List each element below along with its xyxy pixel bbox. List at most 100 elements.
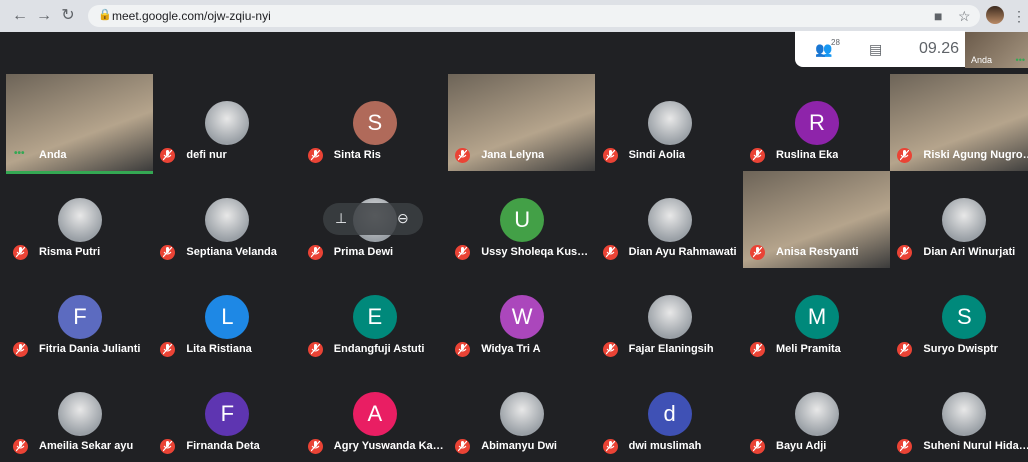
- participant-tile[interactable]: Dian Ayu Rahmawati: [596, 171, 743, 268]
- participant-name: Riski Agung Nugroho: [923, 149, 1028, 161]
- participant-tile[interactable]: Jana Lelyna: [448, 74, 596, 171]
- mic-off-icon: [602, 439, 618, 454]
- more-options-icon[interactable]: •••: [1016, 55, 1025, 65]
- participant-name: defi nur: [186, 149, 227, 161]
- participant-video: [6, 74, 153, 174]
- participant-name: Fitria Dania Julianti: [39, 343, 141, 355]
- participant-avatar: S: [942, 295, 987, 339]
- participant-tile[interactable]: M Meli Pramita: [743, 268, 890, 365]
- pin-icon[interactable]: ⊥: [335, 210, 347, 227]
- address-bar[interactable]: 🔒 meet.google.com/ojw-zqiu-nyi: [88, 5, 980, 27]
- mic-off-icon: [897, 342, 913, 357]
- participant-name: Widya Tri A: [481, 343, 541, 355]
- participant-name: Sindi Aolia: [628, 149, 686, 161]
- self-thumbnail[interactable]: Anda •••: [965, 32, 1028, 68]
- mic-off-icon: [897, 439, 913, 454]
- browser-toolbar: ← → ↻ 🔒 meet.google.com/ojw-zqiu-nyi ■ ☆…: [0, 0, 1028, 32]
- lock-icon: 🔒: [98, 9, 112, 21]
- participant-tile[interactable]: A Agry Yuswanda Karim: [301, 365, 448, 462]
- participant-avatar: F: [205, 392, 250, 436]
- participant-tile[interactable]: F Fitria Dania Julianti: [6, 268, 153, 365]
- participant-tile[interactable]: Bayu Adji: [743, 365, 890, 462]
- participant-avatar-photo: [500, 392, 545, 436]
- mic-off-icon: [602, 148, 618, 163]
- participant-avatar-photo: [58, 198, 102, 242]
- participant-tile[interactable]: U Ussy Sholeqa Kusuma...: [448, 171, 595, 268]
- participant-tile[interactable]: Anisa Restyanti: [743, 171, 890, 268]
- participant-tile[interactable]: L Lita Ristiana: [153, 268, 300, 365]
- mic-off-icon: [455, 439, 471, 454]
- participant-tile[interactable]: Abimanyu Dwi: [448, 365, 595, 462]
- participant-avatar-photo: [795, 392, 839, 436]
- mic-off-icon: [750, 342, 765, 357]
- tile-hover-controls[interactable]: ⊥ ⊖: [323, 203, 423, 235]
- people-icon[interactable]: 👥: [815, 41, 832, 58]
- profile-avatar[interactable]: [986, 6, 1004, 24]
- remove-icon[interactable]: ⊖: [397, 210, 409, 227]
- mic-off-icon: [160, 245, 176, 260]
- chat-icon[interactable]: ▤: [869, 41, 882, 58]
- more-options-icon[interactable]: •••: [14, 148, 25, 159]
- mic-off-icon: [750, 439, 765, 454]
- participant-avatar-photo: [942, 392, 987, 436]
- participant-tile[interactable]: R Ruslina Eka: [743, 74, 890, 171]
- participant-avatar: S: [352, 101, 397, 145]
- participant-avatar-photo: [205, 198, 250, 242]
- participant-tile[interactable]: defi nur: [153, 74, 300, 171]
- reload-icon[interactable]: ↻: [58, 6, 78, 26]
- participant-name: dwi muslimah: [628, 440, 702, 452]
- participant-name: Prima Dewi: [333, 246, 394, 258]
- participants-count: 28: [831, 38, 840, 47]
- participant-name: Ussy Sholeqa Kusuma...: [481, 246, 594, 258]
- participant-avatar-photo: [205, 101, 250, 145]
- participant-tile[interactable]: Riski Agung Nugroho: [890, 74, 1028, 171]
- participant-avatar: U: [500, 198, 545, 242]
- mic-off-icon: [455, 342, 471, 357]
- mic-off-icon: [13, 439, 28, 454]
- mic-off-icon: [602, 245, 618, 260]
- mic-off-icon: [897, 245, 913, 260]
- participant-name: Meli Pramita: [776, 343, 841, 355]
- participant-tile[interactable]: W Widya Tri A: [448, 268, 595, 365]
- camera-icon[interactable]: ■: [934, 6, 942, 26]
- participant-name: Endangfuji Astuti: [333, 343, 425, 355]
- star-icon[interactable]: ☆: [958, 6, 971, 26]
- participant-name: Firnanda Deta: [186, 440, 260, 452]
- participant-tile[interactable]: Risma Putri: [6, 171, 153, 268]
- mic-off-icon: [160, 148, 176, 163]
- mic-off-icon: [307, 342, 323, 357]
- participant-tile[interactable]: Dian Ari Winurjati: [890, 171, 1028, 268]
- back-icon[interactable]: ←: [10, 6, 30, 26]
- participant-name: Suryo Dwisptr: [923, 343, 998, 355]
- participant-tile[interactable]: d dwi muslimah: [596, 365, 743, 462]
- participant-avatar-photo: [647, 295, 692, 339]
- mic-off-icon: [455, 245, 471, 260]
- menu-icon[interactable]: ⋮: [1012, 6, 1026, 26]
- participant-tile[interactable]: Fajar Elaningsih: [596, 268, 743, 365]
- participant-tile[interactable]: E Endangfuji Astuti: [301, 268, 448, 365]
- forward-icon[interactable]: →: [34, 6, 54, 26]
- mic-off-icon: [307, 245, 323, 260]
- participant-tile[interactable]: F Firnanda Deta: [153, 365, 300, 462]
- participant-avatar: R: [795, 101, 839, 145]
- participant-tile[interactable]: Suheni Nurul Hidayah: [890, 365, 1028, 462]
- participant-tile[interactable]: ••• Anda: [6, 74, 153, 174]
- participant-tile[interactable]: S Suryo Dwisptr: [890, 268, 1028, 365]
- participant-name: Anisa Restyanti: [776, 246, 859, 258]
- participant-name: Fajar Elaningsih: [628, 343, 714, 355]
- mic-off-icon: [13, 342, 28, 357]
- participant-tile[interactable]: Sindi Aolia: [596, 74, 743, 171]
- participant-name: Dian Ayu Rahmawati: [628, 246, 737, 258]
- self-label: Anda: [971, 55, 993, 65]
- participant-avatar: W: [500, 295, 545, 339]
- participant-tile[interactable]: Septiana Velanda: [153, 171, 300, 268]
- participant-name: Sinta Ris: [333, 149, 381, 161]
- participant-name: Jana Lelyna: [481, 149, 545, 161]
- mic-off-icon: [307, 148, 323, 163]
- participant-tile[interactable]: Ameilia Sekar ayu: [6, 365, 153, 462]
- mic-off-icon: [160, 439, 176, 454]
- participant-name: Anda: [39, 149, 67, 161]
- participant-name: Bayu Adji: [776, 440, 827, 452]
- participant-avatar: d: [647, 392, 692, 436]
- participant-tile[interactable]: S Sinta Ris: [301, 74, 448, 171]
